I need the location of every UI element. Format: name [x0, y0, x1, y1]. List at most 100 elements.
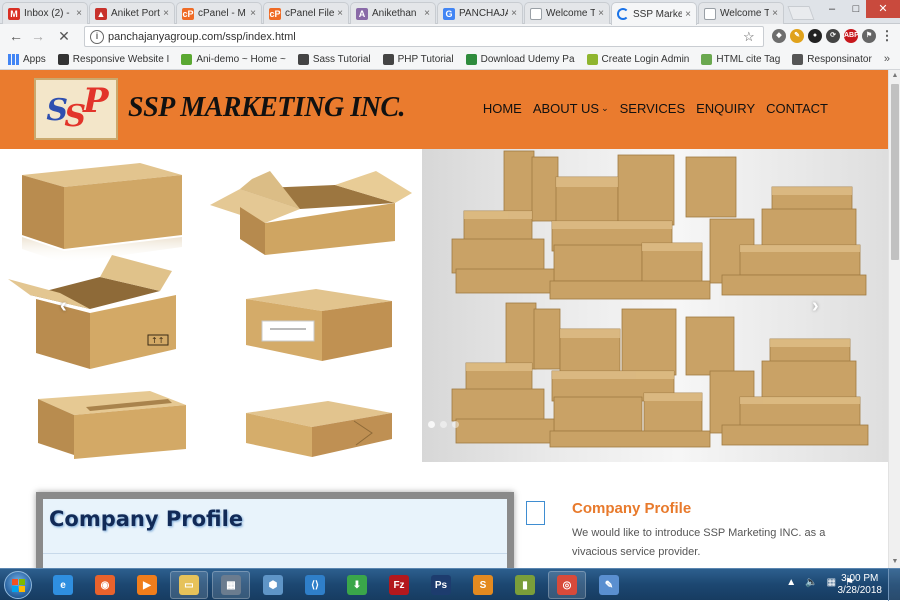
apps-shortcut[interactable]: Apps	[8, 54, 46, 65]
taskbar-app-button[interactable]: e	[44, 571, 82, 599]
media-player-icon: ▶	[137, 575, 157, 595]
system-clock[interactable]: 3:00 PM 3/28/2018	[838, 573, 883, 597]
browser-tab[interactable]: SSP Marke ×	[611, 2, 697, 25]
scrollbar-thumb[interactable]	[891, 84, 899, 260]
slider-dot[interactable]	[440, 421, 447, 428]
taskbar-app-button[interactable]: ◎	[548, 571, 586, 599]
bookmark-item[interactable]: PHP Tutorial	[382, 54, 454, 65]
nav-home[interactable]: HOME	[483, 101, 522, 116]
address-bar[interactable]: i panchajanyagroup.com/ssp/index.html ☆	[84, 26, 764, 47]
site-icon: A	[356, 7, 368, 20]
close-window-button[interactable]: ✕	[866, 0, 900, 18]
taskbar-app-button[interactable]: ▶	[128, 571, 166, 599]
taskbar-app-button[interactable]: ⬇	[338, 571, 376, 599]
close-tab-icon[interactable]: ×	[334, 8, 346, 19]
slider-indicators	[428, 421, 464, 428]
taskbar-app-button[interactable]: S	[464, 571, 502, 599]
close-tab-icon[interactable]: ×	[682, 9, 694, 20]
close-tab-icon[interactable]: ×	[247, 8, 259, 19]
tray-expand-icon[interactable]: ▲	[786, 577, 796, 588]
new-tab-button[interactable]	[787, 6, 815, 20]
forward-arrow-icon[interactable]: →	[30, 28, 46, 44]
taskbar-app-button[interactable]: ▭	[170, 571, 208, 599]
browser-tab[interactable]: A Anikethan ×	[350, 2, 436, 24]
extension-icon-6[interactable]: ⚑	[862, 29, 876, 43]
url-text[interactable]: panchajanyagroup.com/ssp/index.html	[108, 31, 743, 43]
bookmark-item[interactable]: Sass Tutorial	[297, 54, 371, 65]
close-tab-icon[interactable]: ×	[769, 8, 781, 19]
slider-prev-button[interactable]: ‹	[60, 295, 67, 318]
start-button[interactable]	[4, 571, 32, 599]
close-tab-icon[interactable]: ×	[508, 8, 520, 19]
taskbar-app-button[interactable]: ◉	[86, 571, 124, 599]
browser-tab[interactable]: Welcome T ×	[698, 2, 784, 24]
taskbar-app-button[interactable]: ▦	[212, 571, 250, 599]
extension-icon-4[interactable]: ⟳	[826, 29, 840, 43]
browser-tab-title: PANCHAJA	[459, 8, 508, 19]
extension-icon-1[interactable]: ◆	[772, 29, 786, 43]
hero-slider: ↑↑ ‹ ›	[0, 149, 888, 462]
box-open	[210, 171, 412, 255]
browser-tab-strip: – □ ✕ M Inbox (2) - × ▲ Aniket Port × cP cPanel…	[0, 0, 900, 25]
minimize-button[interactable]: –	[820, 0, 844, 18]
bookmark-star-icon[interactable]: ☆	[743, 29, 759, 45]
taskbar-app-button[interactable]: Ps	[422, 571, 460, 599]
bookmark-favicon-icon	[465, 54, 477, 65]
bookmark-label: Responsinator	[807, 54, 872, 65]
browser-tab[interactable]: G PANCHAJA ×	[437, 2, 523, 24]
filezilla-icon: Fz	[389, 575, 409, 595]
browser-tab[interactable]: ▲ Aniket Port ×	[89, 2, 175, 24]
nav-about-us[interactable]: ABOUT US ⌄	[533, 101, 609, 116]
close-tab-icon[interactable]: ×	[73, 8, 85, 19]
nav-enquiry[interactable]: ENQUIRY	[696, 101, 755, 116]
site-logo[interactable]: SSP	[34, 78, 118, 140]
show-desktop-button[interactable]	[888, 569, 900, 601]
bookmark-item[interactable]: Responsive Website I	[57, 54, 169, 65]
slider-dot[interactable]	[452, 421, 459, 428]
box-open-front: ↑↑	[8, 255, 176, 369]
scroll-down-arrow-icon[interactable]: ▼	[889, 556, 900, 568]
slider-dot[interactable]	[428, 421, 435, 428]
brand-name[interactable]: SSP MARKETING INC.	[128, 92, 406, 124]
bookmark-item[interactable]: Responsinator	[792, 54, 872, 65]
browser-tab[interactable]: cP cPanel File ×	[263, 2, 349, 24]
volume-icon[interactable]: 🔈	[805, 577, 817, 588]
adblock-plus-icon[interactable]: ABP	[844, 29, 859, 43]
bookmark-item[interactable]: Ani-demo ~ Home ~	[181, 54, 286, 65]
browser-tab-title: Welcome T	[546, 8, 595, 19]
taskbar-app-button[interactable]: ⟨⟩	[296, 571, 334, 599]
windows-taskbar: e ◉ ▶ ▭ ▦ ⬢ ⟨⟩ ⬇ Fz Ps S ▮ ◎ ✎ ▲ 🔈 ▦ ⚑ 3:00 PM 3/28/2…	[0, 568, 900, 601]
bookmark-label: PHP Tutorial	[397, 54, 454, 65]
slider-next-button[interactable]: ›	[812, 295, 819, 318]
browser-tab[interactable]: Welcome T ×	[524, 2, 610, 24]
scroll-up-arrow-icon[interactable]: ▲	[889, 70, 900, 82]
nav-services[interactable]: SERVICES	[620, 101, 686, 116]
extension-icon-3[interactable]: ●	[808, 29, 822, 43]
close-tab-icon[interactable]: ×	[421, 8, 433, 19]
extension-icon-2[interactable]: ✎	[790, 29, 804, 43]
close-tab-icon[interactable]: ×	[160, 8, 172, 19]
taskbar-app-button[interactable]: ▮	[506, 571, 544, 599]
more-bookmarks-icon[interactable]: »	[884, 53, 890, 65]
svg-text:↑↑: ↑↑	[151, 336, 164, 345]
browser-tab[interactable]: M Inbox (2) - ×	[2, 2, 88, 24]
bookmark-label: HTML cite Tag	[716, 54, 781, 65]
browser-tab-title: cPanel - M	[198, 8, 246, 19]
nav-contact[interactable]: CONTACT	[766, 101, 828, 116]
logo-mark: SSP	[46, 81, 108, 134]
page-scrollbar[interactable]: ▲ ▼	[888, 70, 900, 568]
back-arrow-icon[interactable]: ←	[8, 28, 24, 44]
bookmark-item[interactable]: Download Udemy Pa	[465, 54, 575, 65]
chrome-menu-icon[interactable]: ⋮	[880, 29, 894, 43]
maximize-button[interactable]: □	[844, 0, 868, 18]
stop-loading-icon[interactable]: ✕	[56, 28, 72, 44]
browser-tab[interactable]: cP cPanel - M ×	[176, 2, 262, 24]
taskbar-app-button[interactable]: Fz	[380, 571, 418, 599]
bookmark-item[interactable]: HTML cite Tag	[701, 54, 780, 65]
network-icon[interactable]: ▦	[827, 577, 836, 588]
taskbar-app-button[interactable]: ⬢	[254, 571, 292, 599]
close-tab-icon[interactable]: ×	[595, 8, 607, 19]
bookmark-item[interactable]: Create Login Admin	[586, 54, 689, 65]
site-info-icon[interactable]: i	[90, 29, 104, 44]
taskbar-app-button[interactable]: ✎	[590, 571, 628, 599]
